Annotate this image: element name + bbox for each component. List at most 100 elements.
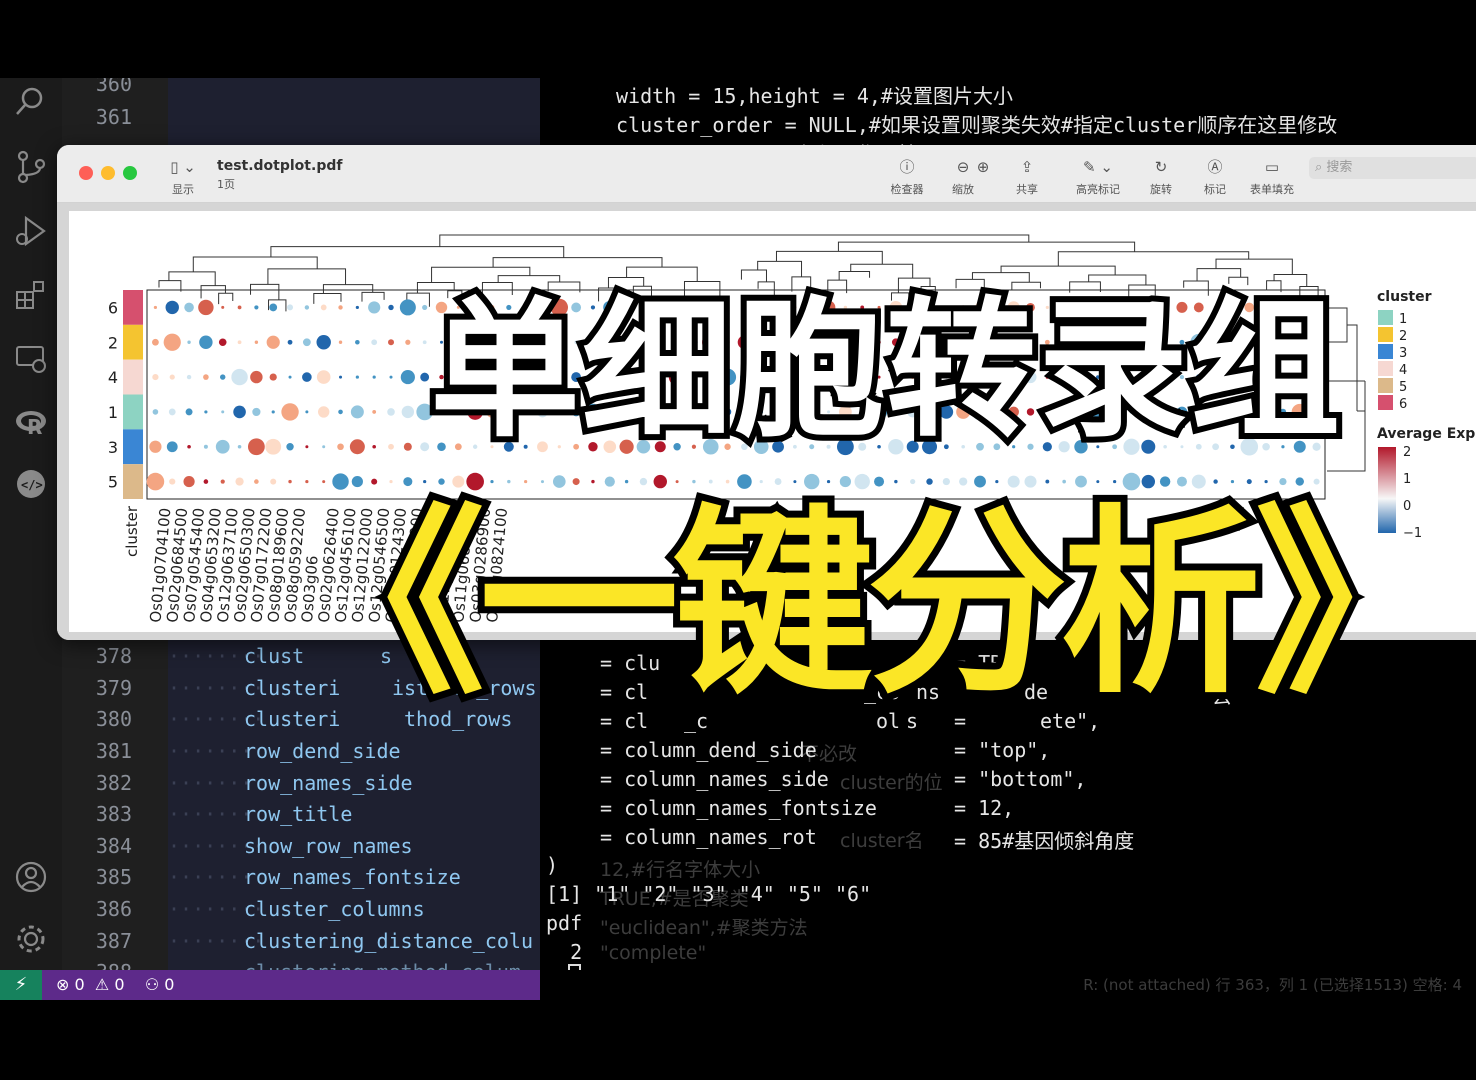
- dot-point: [422, 304, 428, 311]
- close-button[interactable]: [79, 166, 93, 180]
- search-icon[interactable]: [14, 84, 48, 118]
- markup-button[interactable]: Ⓐ 标记: [1195, 157, 1235, 197]
- dot-point: [389, 479, 393, 484]
- dot-point: [355, 375, 359, 379]
- source-control-icon[interactable]: [14, 150, 48, 184]
- dendrogram-branch: [757, 260, 803, 277]
- remote-indicator-button[interactable]: ⚡: [0, 970, 42, 1000]
- status-right-info[interactable]: R: (not attached) 行 363，列 1 (已选择1513) 空格…: [1083, 970, 1462, 1000]
- terminal-line: = column_dend_side: [600, 738, 817, 762]
- terminal-line: = column_names_side: [600, 767, 829, 791]
- line-number: 382: [95, 771, 132, 795]
- dot-point: [759, 479, 763, 484]
- dot-point: [452, 475, 465, 488]
- minimize-button[interactable]: [101, 166, 115, 180]
- dot-point: [403, 477, 413, 487]
- dot-point: [423, 479, 427, 484]
- row-label: 4: [108, 368, 118, 387]
- dot-point: [355, 339, 360, 345]
- dot-point: [271, 410, 275, 414]
- settings-gear-icon[interactable]: [14, 922, 48, 956]
- line-number: 379: [95, 676, 132, 700]
- dot-point: [604, 476, 615, 487]
- dot-point: [372, 410, 377, 414]
- sidebar-toggle-button[interactable]: ▯ ⌄ 显示: [165, 157, 201, 197]
- problems-status[interactable]: ⊗ 0 ⚠ 0 ⚇ 0: [42, 970, 540, 1000]
- dot-point: [265, 438, 282, 455]
- dot-point: [266, 335, 280, 349]
- dot-point: [389, 375, 393, 379]
- dot-point: [490, 479, 494, 484]
- chat-icon[interactable]: </>: [14, 468, 48, 502]
- dot-point: [826, 479, 831, 484]
- dot-point: [237, 305, 242, 310]
- dot-point: [910, 478, 916, 485]
- terminal-line: cluster_order = NULL,#如果设置则聚类失效#指定cluste…: [616, 113, 1338, 137]
- inspector-button[interactable]: ⓘ 检查器: [883, 157, 931, 197]
- dot-point: [184, 302, 194, 313]
- dot-point: [624, 479, 629, 484]
- warning-count: 0: [114, 975, 125, 994]
- dot-point: [146, 472, 165, 491]
- dot-point: [186, 374, 192, 380]
- terminal-line: = "top",: [954, 738, 1051, 762]
- account-icon[interactable]: [14, 860, 48, 894]
- terminal-line: = 85#基因倾斜角度: [954, 829, 1135, 853]
- search-input[interactable]: ⌕ 搜索: [1309, 157, 1476, 179]
- dot-point: [1024, 475, 1037, 488]
- ghost-text: cluster名: [840, 830, 924, 852]
- dot-point: [305, 410, 309, 414]
- zoom-in-button[interactable]: ⊕: [971, 157, 995, 181]
- dot-point: [959, 477, 968, 486]
- dendrogram-branch: [1000, 265, 1116, 275]
- line-number: 384: [95, 834, 132, 858]
- dot-point: [152, 409, 159, 415]
- dot-point: [221, 410, 225, 414]
- dot-point: [874, 476, 885, 487]
- dot-point: [572, 478, 580, 486]
- dot-point: [1096, 480, 1100, 484]
- dendrogram-branch: [270, 246, 565, 258]
- sidebar-icon: ▯ ⌄: [170, 158, 196, 176]
- legend-expression-title: Average Expre: [1377, 426, 1476, 442]
- dot-point: [338, 409, 343, 415]
- dot-point: [387, 408, 395, 416]
- dot-point: [438, 478, 445, 485]
- share-button[interactable]: ⇪ 共享: [1007, 157, 1047, 197]
- row-cluster-bar: [123, 394, 143, 430]
- warning-icon: ⚠: [89, 975, 110, 994]
- dot-point: [269, 373, 277, 381]
- dot-point: [166, 441, 178, 453]
- rotate-button[interactable]: ↻ 旋转: [1141, 157, 1181, 197]
- dot-point: [288, 375, 292, 379]
- dot-point: [247, 438, 265, 456]
- r-language-icon[interactable]: R: [14, 406, 48, 440]
- remote-explorer-icon[interactable]: [14, 342, 48, 376]
- zoom-button[interactable]: [123, 166, 137, 180]
- line-number: 360: [95, 78, 132, 96]
- dot-point: [198, 299, 214, 316]
- dot-point: [774, 478, 782, 485]
- dot-point: [725, 479, 730, 484]
- dot-point: [405, 339, 411, 345]
- highlight-button[interactable]: ✎ ⌄ 高亮标记: [1069, 157, 1127, 197]
- dot-point: [287, 339, 293, 345]
- form-fill-button[interactable]: ▭ 表单填充: [1243, 157, 1301, 197]
- overlay-title: 单细胞转录组: [424, 284, 1346, 458]
- dot-point: [1176, 476, 1187, 487]
- extensions-icon[interactable]: [14, 278, 48, 312]
- ghost-text: "euclidean",#聚类方法: [600, 917, 808, 939]
- terminal-line: width = 15,height = 4,#设置图片大小: [616, 84, 1013, 108]
- dot-point: [318, 406, 330, 418]
- dot-point: [1264, 479, 1268, 484]
- dot-point: [974, 475, 986, 488]
- zoom-in-icon: ⊕: [976, 158, 990, 176]
- run-debug-icon[interactable]: [14, 214, 48, 248]
- dot-point: [149, 440, 162, 453]
- dot-point: [252, 407, 261, 417]
- terminal-line: = "bottom",: [954, 767, 1087, 791]
- dendrogram-branch: [1196, 268, 1242, 281]
- dot-point: [338, 305, 343, 310]
- dot-point: [400, 369, 415, 385]
- code-line: cluster_columns: [244, 897, 425, 921]
